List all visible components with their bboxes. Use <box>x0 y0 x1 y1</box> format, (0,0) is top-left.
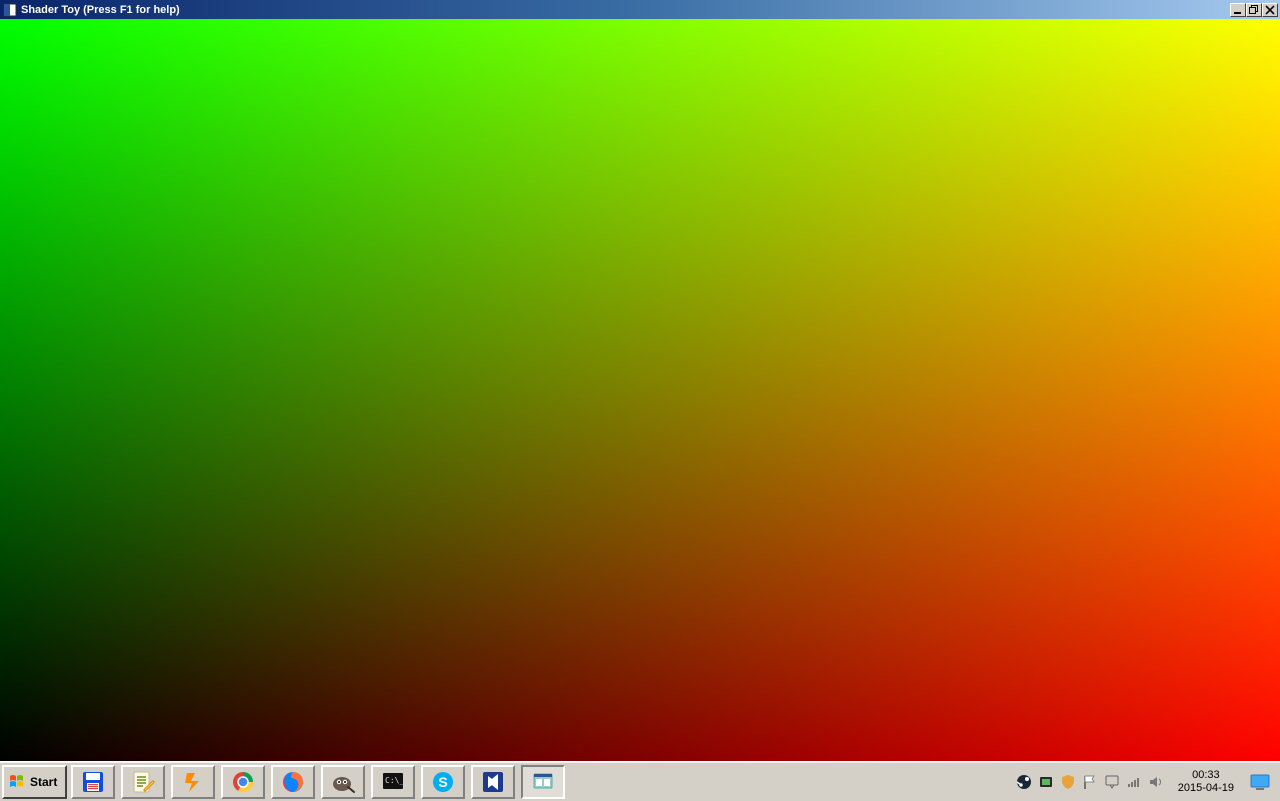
close-icon <box>1265 5 1275 15</box>
winamp-icon <box>180 769 206 795</box>
taskbar-item-skype[interactable]: S <box>421 765 465 799</box>
system-tray <box>1010 765 1170 799</box>
title-bar[interactable]: Shader Toy (Press F1 for help) <box>0 0 1280 19</box>
svg-text:C:\_: C:\_ <box>385 776 404 785</box>
security-icon[interactable] <box>1060 774 1076 790</box>
taskbar-item-gimp[interactable] <box>321 765 365 799</box>
taskbar-item-visualstudio[interactable] <box>471 765 515 799</box>
shadertoy-icon <box>530 769 556 795</box>
window-title: Shader Toy (Press F1 for help) <box>21 4 1230 16</box>
start-label: Start <box>30 775 57 789</box>
taskbar: Start <box>0 761 1280 801</box>
action-center-icon[interactable] <box>1104 774 1120 790</box>
cmd-icon: C:\_ <box>380 769 406 795</box>
windows-logo-icon <box>8 773 26 791</box>
clock-time: 00:33 <box>1192 769 1220 781</box>
visualstudio-icon <box>480 769 506 795</box>
network-icon[interactable] <box>1126 774 1142 790</box>
svg-text:S: S <box>439 774 448 790</box>
steam-icon[interactable] <box>1016 774 1032 790</box>
taskbar-item-firefox[interactable] <box>271 765 315 799</box>
firefox-icon <box>280 769 306 795</box>
app-icon[interactable] <box>3 3 17 17</box>
shadertoy-window: Shader Toy (Press F1 for help) <box>0 0 1280 761</box>
maximize-button[interactable] <box>1246 3 1262 17</box>
clock-date: 2015-04-19 <box>1178 782 1234 794</box>
show-desktop-icon <box>1248 770 1272 794</box>
volume-icon[interactable] <box>1148 774 1164 790</box>
shader-viewport[interactable] <box>0 19 1280 761</box>
chrome-icon <box>230 769 256 795</box>
taskbar-item-shadertoy[interactable] <box>521 765 565 799</box>
taskbar-item-save[interactable] <box>71 765 115 799</box>
save-icon <box>80 769 106 795</box>
flag-icon[interactable] <box>1082 774 1098 790</box>
notepadpp-icon <box>130 769 156 795</box>
minimize-button[interactable] <box>1230 3 1246 17</box>
minimize-icon <box>1233 5 1243 15</box>
restore-icon <box>1249 5 1259 15</box>
gpu-icon[interactable] <box>1038 774 1054 790</box>
caption-buttons <box>1230 3 1278 17</box>
taskbar-item-winamp[interactable] <box>171 765 215 799</box>
taskbar-item-notepadpp[interactable] <box>121 765 165 799</box>
quick-launch: C:\_ S <box>69 765 565 799</box>
shader-green-ramp <box>0 19 1280 761</box>
taskbar-item-cmd[interactable]: C:\_ <box>371 765 415 799</box>
show-desktop-button[interactable] <box>1246 768 1274 796</box>
taskbar-clock[interactable]: 00:33 2015-04-19 <box>1172 769 1240 793</box>
start-button[interactable]: Start <box>2 765 67 799</box>
gimp-icon <box>330 769 356 795</box>
skype-icon: S <box>430 769 456 795</box>
taskbar-item-chrome[interactable] <box>221 765 265 799</box>
close-button[interactable] <box>1262 3 1278 17</box>
